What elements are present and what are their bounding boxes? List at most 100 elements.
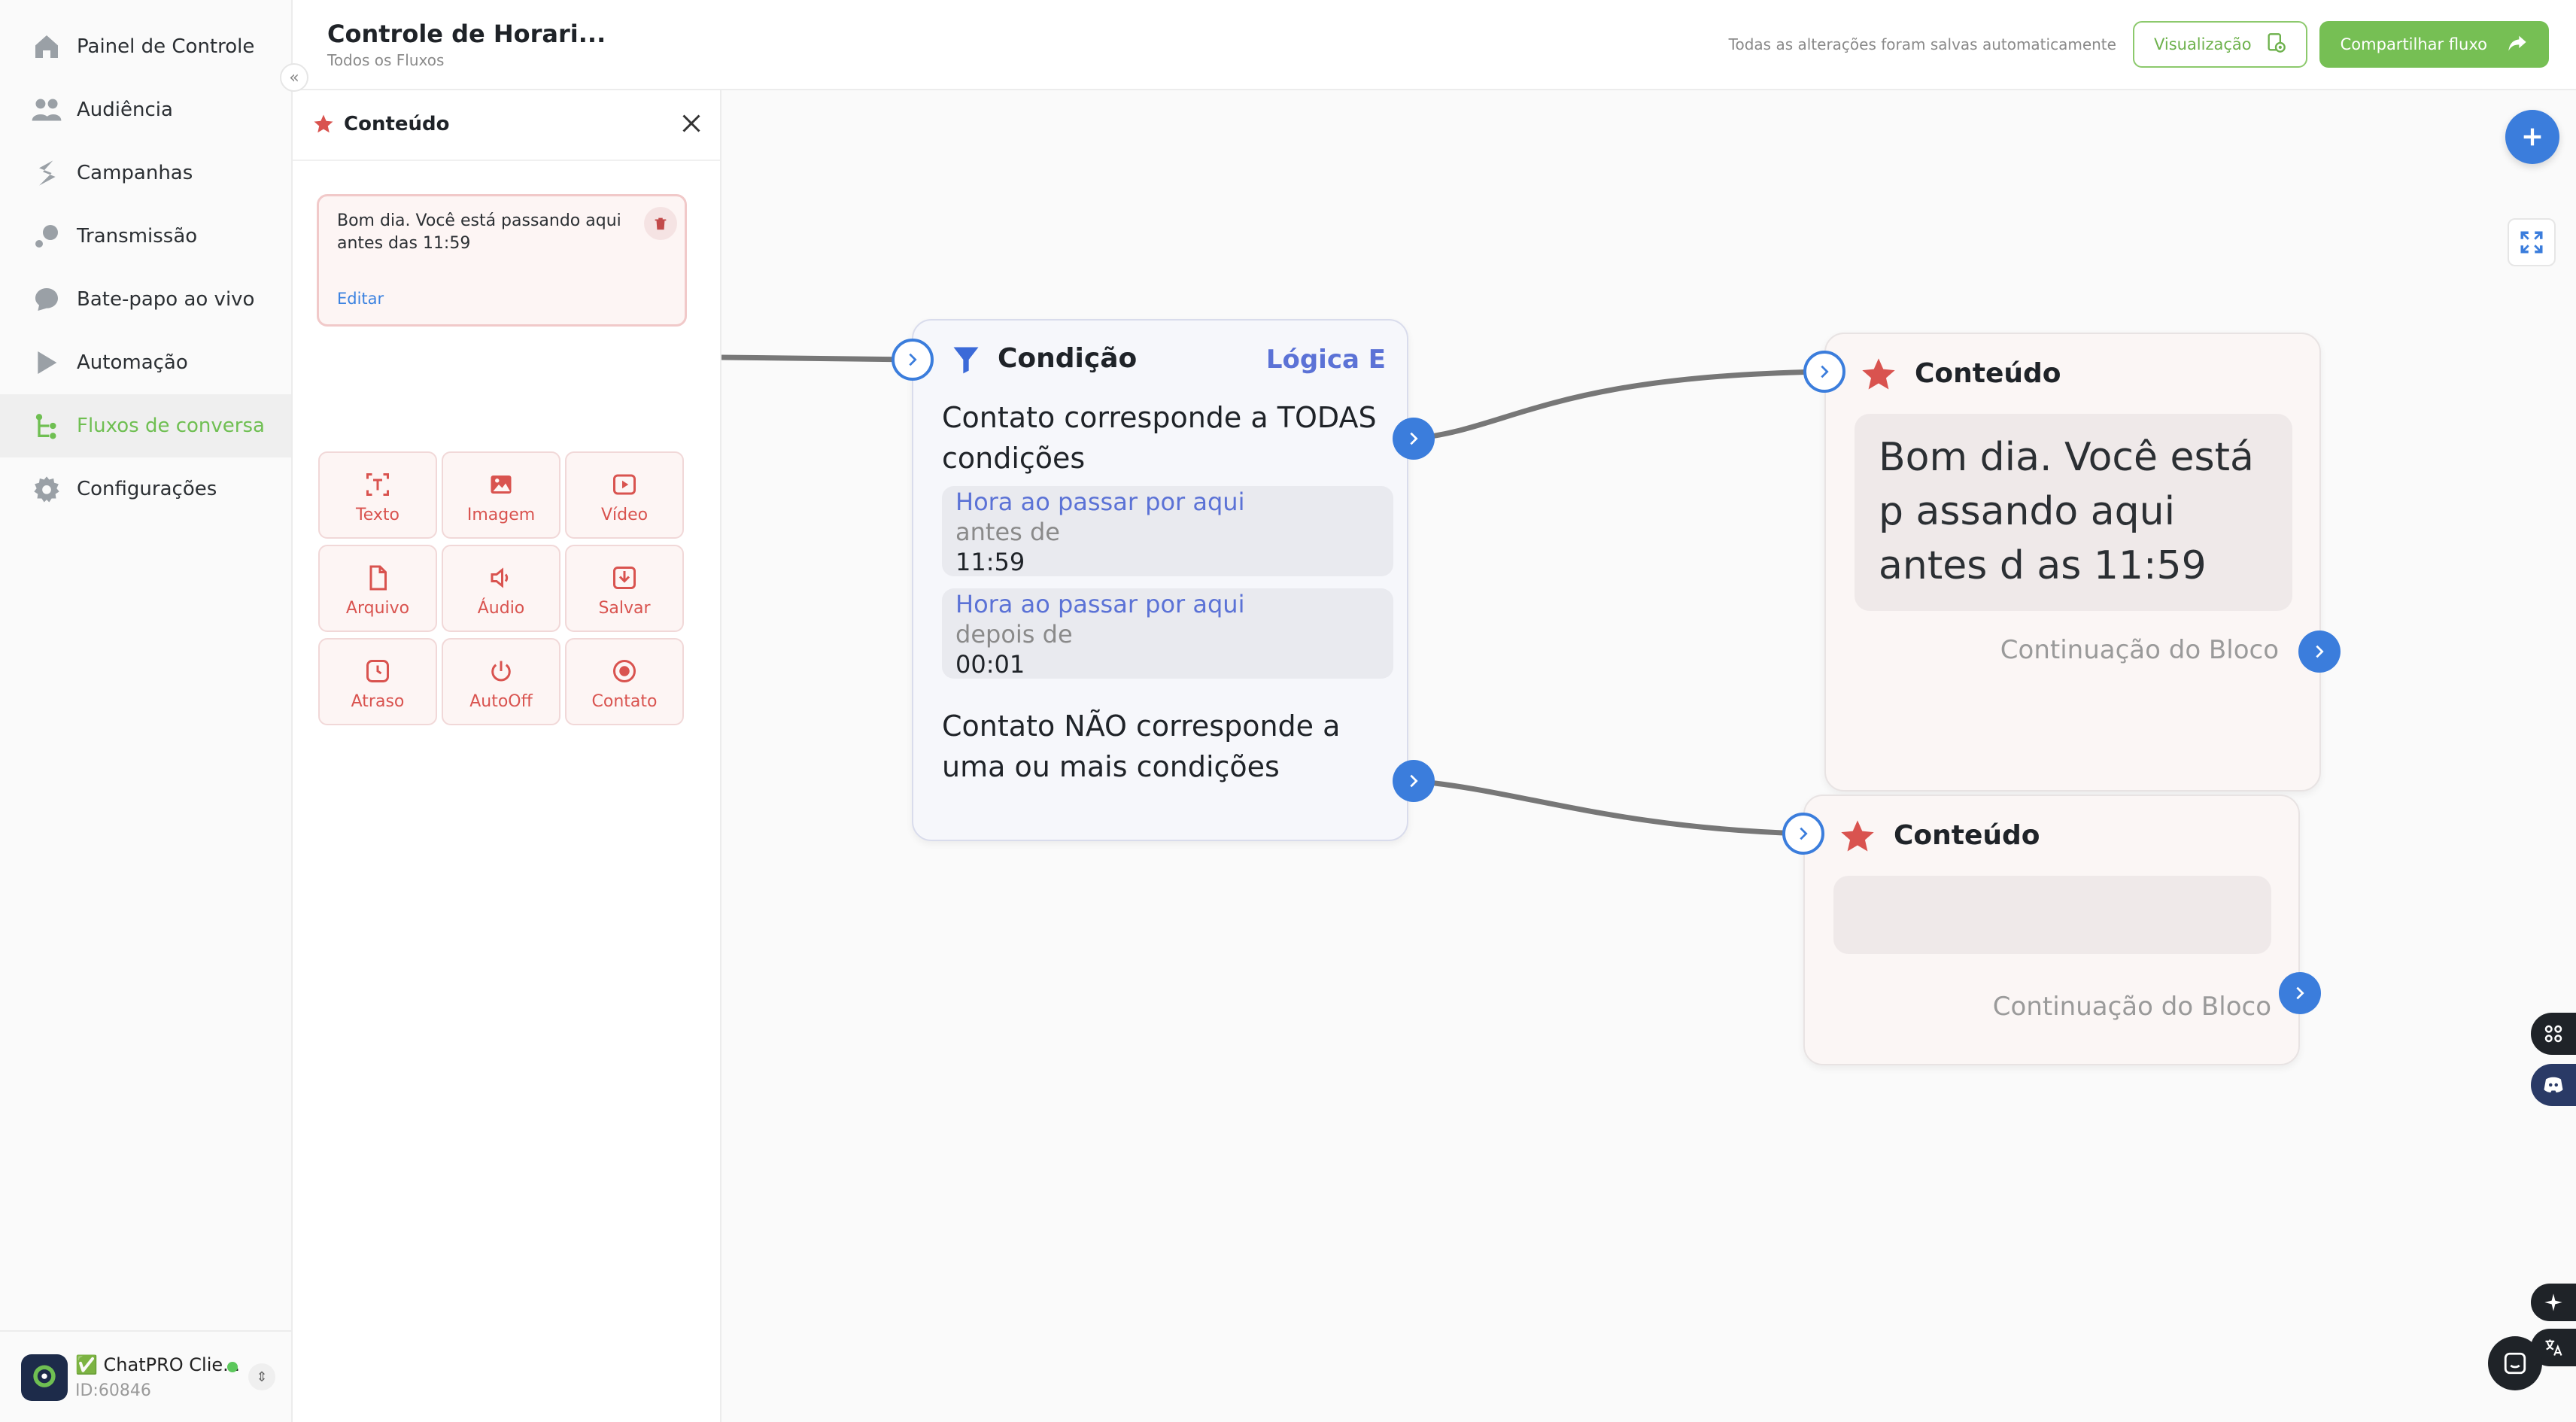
chevron-up-down-icon[interactable]: ⇕ [248,1363,275,1390]
message-text: Bom dia. Você está passando aqui antes d… [337,211,621,253]
star-icon [312,113,335,138]
tile-delay[interactable]: Atraso [318,638,437,725]
sidebar-item-label: Automação [77,351,188,374]
home-icon [30,30,63,63]
rule-field: Hora ao passar por aqui [955,590,1245,618]
power-icon [486,656,516,686]
online-status-dot [227,1362,238,1372]
tile-label: Atraso [351,692,405,711]
continuation-label: Continuação do Bloco [1992,992,2271,1022]
content-node[interactable]: Conteúdo Continuação do Bloco [1803,795,2300,1065]
header: Controle de Horari... Todos os Fluxos To… [293,0,2576,90]
tile-label: Contato [591,692,658,711]
sidebar-item-automacao[interactable]: Automação [0,331,291,394]
command-icon [2544,1025,2562,1043]
condition-node[interactable]: Condição Lógica E Contato corresponde a … [912,319,1408,841]
filter-icon [949,343,983,379]
tile-text[interactable]: Texto [318,451,437,539]
chevron-right-icon [2316,645,2324,658]
share-flow-button[interactable]: Compartilhar fluxo [2319,21,2549,68]
tile-label: Imagem [466,506,536,524]
sidebar: Painel de Controle Audiência Campanhas T… [0,0,293,1422]
tile-label: Vídeo [600,506,649,524]
flow-icon [30,409,63,442]
gear-icon [30,472,63,506]
condition-rule[interactable]: Hora ao passar por aqui antes de 11:59 [942,486,1393,576]
sidebar-item-label: Campanhas [77,162,193,184]
support-chat-button[interactable] [2488,1336,2542,1390]
account-switcher[interactable]: ✅ ChatPRO Clie... ID:60846 ⇕ [0,1330,291,1422]
message-bubble-text: Bom dia. Você está p assando aqui antes … [1879,435,2254,588]
tile-video[interactable]: Vídeo [565,451,684,539]
tile-file[interactable]: Arquivo [318,545,437,632]
account-avatar [21,1354,68,1401]
tile-label: AutoOff [469,692,533,711]
file-icon [363,563,393,593]
video-icon [609,469,639,500]
tile-label: Áudio [477,599,525,618]
add-block-button[interactable] [2505,110,2559,164]
message-bubble[interactable] [1833,876,2271,954]
preview-icon [2265,32,2286,57]
tile-label: Salvar [598,599,651,618]
rule-value: 00:01 [955,650,1025,679]
sidebar-item-transmissao[interactable]: Transmissão [0,205,291,268]
preview-button[interactable]: Visualização [2132,21,2307,68]
content-input-port[interactable] [1782,813,1824,855]
condition-rule[interactable]: Hora ao passar por aqui depois de 00:01 [942,588,1393,679]
fit-view-button[interactable] [2508,218,2556,266]
automation-icon [30,346,63,379]
sidebar-item-audiencia[interactable]: Audiência [0,78,291,141]
chevron-right-icon [1821,365,1829,378]
discord-icon [2544,1077,2563,1092]
sidebar-item-fluxos[interactable]: Fluxos de conversa [0,394,291,457]
tile-autooff[interactable]: AutoOff [442,638,560,725]
tile-audio[interactable]: Áudio [442,545,560,632]
double-chevron-left-icon: « [289,68,299,87]
logic-label[interactable]: Lógica E [1266,345,1386,375]
close-icon[interactable] [678,110,705,137]
autosave-status: Todas as alterações foram salvas automat… [1728,35,2116,53]
ai-sparkle-tab[interactable] [2531,1284,2576,1321]
widget-tab[interactable] [2531,1013,2576,1055]
edit-link[interactable]: Editar [337,290,384,308]
broadcast-icon [30,220,63,253]
tile-save[interactable]: Salvar [565,545,684,632]
flow-canvas[interactable]: Condição Lógica E Contato corresponde a … [721,90,2576,1422]
continuation-label: Continuação do Bloco [2000,635,2279,665]
rule-operator: antes de [955,518,1060,546]
breadcrumb[interactable]: Todos os Fluxos [327,51,444,69]
collapse-sidebar-button[interactable]: « [280,63,308,92]
flow-title[interactable]: Controle de Horari... [327,20,606,48]
content-input-port[interactable] [1803,351,1845,393]
condition-nomatch-output-port[interactable] [1393,760,1435,802]
translate-icon [2545,1339,2562,1356]
sidebar-item-label: Audiência [77,99,173,121]
star-icon [1838,817,1877,859]
chevron-right-icon [1410,774,1418,788]
tile-contact[interactable]: Contato [565,638,684,725]
tile-image[interactable]: Imagem [442,451,560,539]
sidebar-item-label: Fluxos de conversa [77,415,265,437]
sidebar-item-configuracoes[interactable]: Configurações [0,457,291,521]
message-card[interactable]: Bom dia. Você está passando aqui antes d… [317,194,687,327]
content-panel: Conteúdo Bom dia. Você está passando aqu… [293,90,721,1422]
plus-icon [2523,128,2541,146]
message-bubble[interactable]: Bom dia. Você está p assando aqui antes … [1855,414,2292,611]
panel-title: Conteúdo [344,113,450,135]
content-output-port[interactable] [2279,972,2321,1014]
content-output-port[interactable] [2298,630,2341,673]
rule-operator: depois de [955,620,1073,649]
chat-bubble-icon [30,283,63,316]
sidebar-item-label: Transmissão [77,225,198,248]
trash-icon[interactable] [644,207,677,240]
fullscreen-icon [2520,231,2543,254]
condition-input-port[interactable] [892,339,934,381]
sidebar-item-campanhas[interactable]: Campanhas [0,141,291,205]
condition-match-output-port[interactable] [1393,418,1435,460]
content-node[interactable]: Conteúdo Bom dia. Você está p assando aq… [1824,333,2321,792]
chevron-right-icon [909,353,917,366]
sidebar-item-bate-papo[interactable]: Bate-papo ao vivo [0,268,291,331]
discord-widget-tab[interactable] [2531,1064,2576,1106]
sidebar-item-painel[interactable]: Painel de Controle [0,15,291,78]
